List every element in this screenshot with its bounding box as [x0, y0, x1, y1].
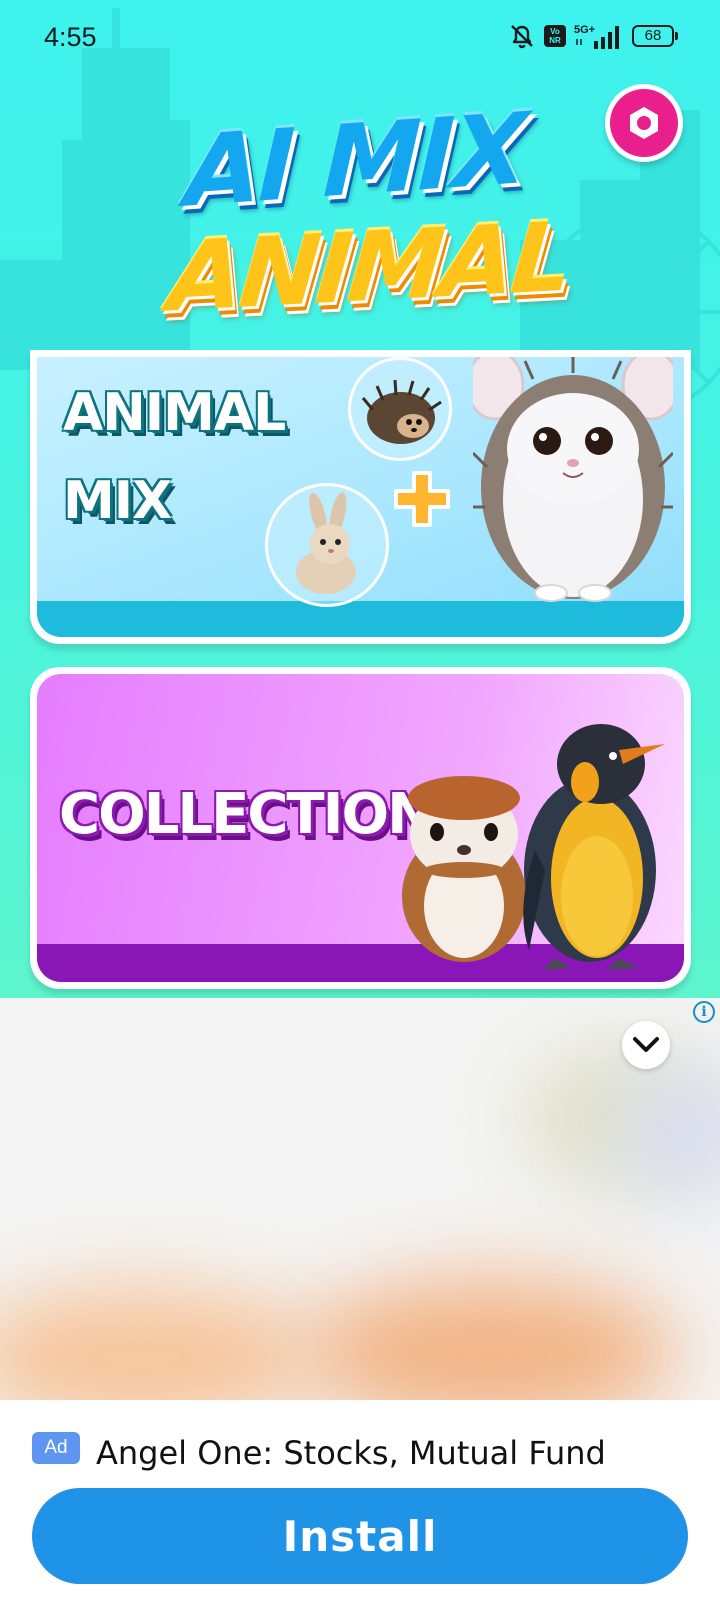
- guinea-pig-image: [402, 776, 526, 962]
- volte-icon: Vo NR: [544, 25, 566, 47]
- ad-footer: Ad Angel One: Stocks, Mutual Fund Instal…: [0, 1400, 720, 1600]
- ad-blur-shape: [0, 1288, 320, 1400]
- ad-collapse-button[interactable]: [622, 1021, 670, 1069]
- status-icons: Vo NR 5G+ 68: [508, 22, 678, 50]
- bell-muted-icon: [511, 25, 533, 49]
- animal-mix-title-line1: ANIMAL: [63, 383, 286, 443]
- status-time: 4:55: [44, 22, 97, 52]
- mixed-hedgehog-rabbit-image: [473, 357, 673, 602]
- collection-card-banner: COLLECTION: [37, 674, 684, 982]
- install-button[interactable]: Install: [32, 1488, 688, 1584]
- rabbit-image: [296, 492, 356, 594]
- battery-tip: [675, 32, 678, 40]
- hexagon-nut-icon: [630, 107, 658, 139]
- settings-button[interactable]: [605, 84, 683, 162]
- animal-mix-title-line2: MIX: [63, 471, 172, 531]
- collection-card[interactable]: COLLECTION: [30, 667, 691, 989]
- animal-mix-floor: [37, 601, 684, 637]
- plus-icon: [394, 471, 450, 527]
- battery-level: 68: [632, 25, 674, 47]
- svg-text:5G+: 5G+: [574, 24, 595, 36]
- logo-title-line2: ANIMAL: [163, 200, 574, 334]
- battery-icon: 68: [632, 25, 678, 47]
- hedgehog-bubble: [348, 357, 452, 461]
- penguin-image: [523, 724, 665, 970]
- animal-mix-card[interactable]: ANIMAL MIX: [30, 350, 691, 644]
- status-bar: 4:55 Vo NR 5G+ 68: [0, 0, 720, 78]
- settings-button-face: [610, 89, 678, 157]
- animal-mix-card-banner: ANIMAL MIX: [37, 357, 684, 637]
- ad-title[interactable]: Angel One: Stocks, Mutual Fund: [96, 1434, 606, 1472]
- collection-title: COLLECTION: [59, 782, 434, 847]
- app-home-screen: 4:55 Vo NR 5G+ 68 AI MIX ANIMAL ANIMAL M…: [0, 0, 720, 998]
- ad-badge: Ad: [32, 1432, 80, 1464]
- ad-blur-shape: [300, 1278, 680, 1400]
- hedgehog-image: [361, 379, 442, 444]
- signal-icon: 5G+: [574, 24, 619, 49]
- ad-media-area[interactable]: [0, 998, 720, 1400]
- rabbit-bubble: [265, 483, 389, 607]
- app-logo: AI MIX ANIMAL: [164, 92, 574, 360]
- ad-info-icon[interactable]: i: [693, 1001, 715, 1023]
- chevron-down-icon: [633, 1037, 659, 1052]
